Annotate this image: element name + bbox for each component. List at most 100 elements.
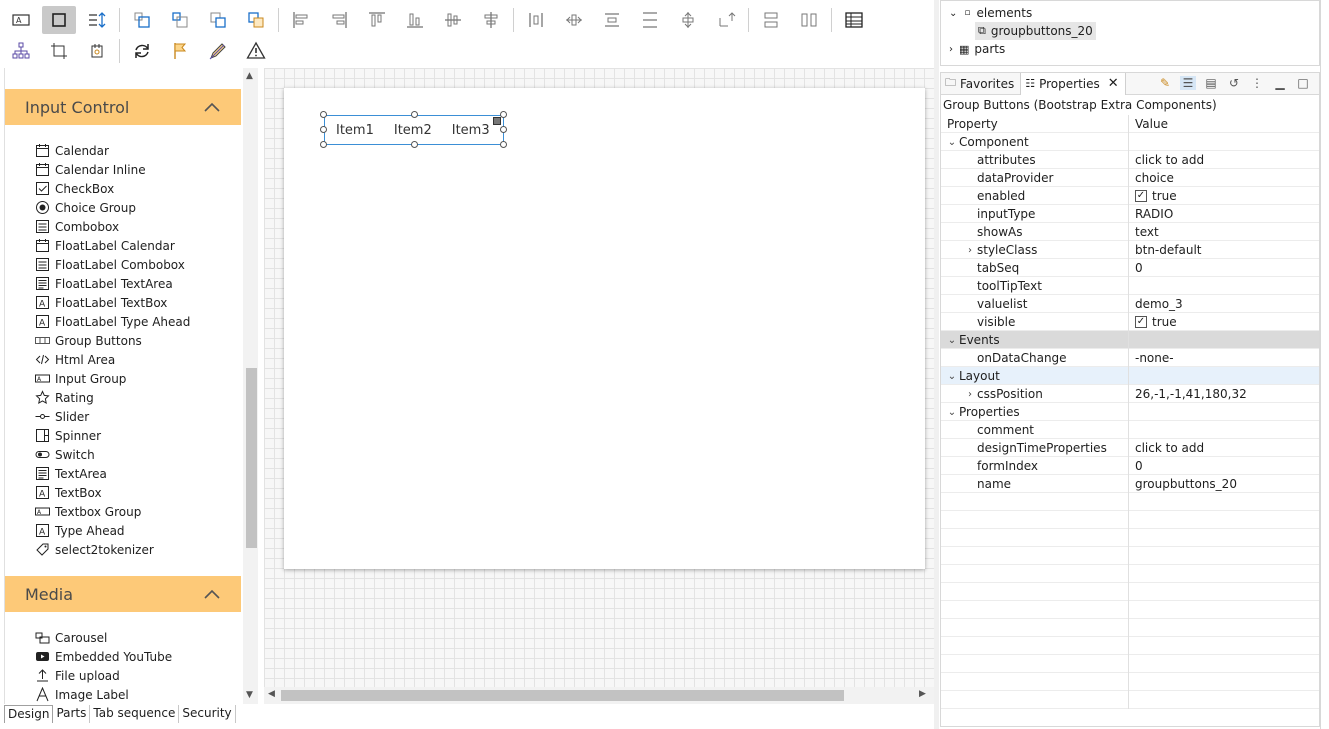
scrollbar-thumb[interactable] <box>281 690 844 701</box>
property-row-formindex[interactable]: formIndex 0 <box>941 457 1319 475</box>
scrollbar-thumb[interactable] <box>246 368 257 548</box>
distribute-v-icon[interactable] <box>595 6 629 34</box>
property-value[interactable]: demo_3 <box>1135 297 1183 311</box>
distribute-h-icon[interactable] <box>519 6 553 34</box>
group-button-item[interactable]: Item2 <box>394 123 432 138</box>
palette-item-file-upload[interactable]: File upload <box>35 666 120 685</box>
property-value[interactable]: text <box>1135 225 1159 239</box>
same-width-icon[interactable] <box>754 6 788 34</box>
resize-handle[interactable] <box>500 141 507 148</box>
maximize-icon[interactable]: □ <box>1295 76 1311 90</box>
align-top-icon[interactable] <box>360 6 394 34</box>
hierarchy-icon[interactable] <box>4 37 38 65</box>
chevron-down-icon[interactable]: ⌄ <box>945 407 959 418</box>
palette-item-floatlabel-textbox[interactable]: A FloatLabel TextBox <box>35 293 167 312</box>
property-value[interactable]: btn-default <box>1135 243 1201 257</box>
column-header-value[interactable]: Value <box>1135 115 1168 133</box>
palette-item-floatlabel-calendar[interactable]: FloatLabel Calendar <box>35 236 175 255</box>
tab-security[interactable]: Security <box>179 705 236 723</box>
pencil-ruler-icon[interactable] <box>201 37 235 65</box>
categories-icon[interactable]: ☰ <box>1180 76 1196 90</box>
property-row-valuelist[interactable]: valuelist demo_3 <box>941 295 1319 313</box>
advanced-icon[interactable]: ▤ <box>1203 76 1219 90</box>
property-value[interactable]: RADIO <box>1135 207 1173 221</box>
palette-item-floatlabel-type-ahead[interactable]: A FloatLabel Type Ahead <box>35 312 190 331</box>
same-height-icon[interactable] <box>792 6 826 34</box>
property-value[interactable]: true <box>1152 315 1177 329</box>
property-row-comment[interactable]: comment <box>941 421 1319 439</box>
resize-handle[interactable] <box>320 111 327 118</box>
section-properties[interactable]: ⌄ Properties <box>941 403 1319 421</box>
palette-item-group-buttons[interactable]: Group Buttons <box>35 331 142 350</box>
palette-item-carousel[interactable]: Carousel <box>35 628 107 647</box>
distribute-v-spacing-icon[interactable] <box>633 6 667 34</box>
panel-divider[interactable] <box>934 0 939 729</box>
tree-node-parts[interactable]: › ▦ parts <box>949 40 1005 58</box>
align-center-h-icon[interactable] <box>436 6 470 34</box>
property-row-styleclass[interactable]: › styleClass btn-default <box>941 241 1319 259</box>
chevron-right-icon[interactable]: › <box>963 245 977 256</box>
form-surface[interactable]: Item1 Item2 Item3 <box>284 88 925 569</box>
palette-item-embedded-youtube[interactable]: Embedded YouTube <box>35 647 172 666</box>
scroll-left-icon[interactable]: ◀ <box>268 689 275 699</box>
flag-icon[interactable] <box>163 37 197 65</box>
close-icon[interactable]: ✕ <box>1108 76 1119 91</box>
chevron-down-icon[interactable]: ⌄ <box>945 335 959 346</box>
palette-item-textbox[interactable]: A TextBox <box>35 483 102 502</box>
refresh-icon[interactable] <box>125 37 159 65</box>
chevron-right-icon[interactable]: › <box>963 389 977 400</box>
resize-handle[interactable] <box>320 141 327 148</box>
tab-favorites[interactable]: 🗀 Favorites <box>941 73 1020 95</box>
property-row-attributes[interactable]: attributes click to add <box>941 151 1319 169</box>
resize-handle[interactable] <box>411 141 418 148</box>
column-header-property[interactable]: Property <box>941 115 1129 133</box>
palette-item-rating[interactable]: Rating <box>35 388 94 407</box>
palette-item-textarea[interactable]: TextArea <box>35 464 107 483</box>
resize-handle[interactable] <box>320 126 327 133</box>
palette-item-switch[interactable]: Switch <box>35 445 95 464</box>
chevron-up-icon[interactable] <box>203 101 221 113</box>
warning-icon[interactable] <box>239 37 273 65</box>
property-value[interactable]: 26,-1,-1,41,180,32 <box>1135 387 1247 401</box>
distribute-h-center-icon[interactable] <box>557 6 591 34</box>
tab-properties[interactable]: ☷ Properties ✕ <box>1020 72 1126 95</box>
category-media[interactable]: Media <box>5 576 241 612</box>
category-input-control[interactable]: Input Control <box>5 89 241 125</box>
palette-item-image-label[interactable]: Image Label <box>35 685 129 704</box>
palette-item-floatlabel-combobox[interactable]: FloatLabel Combobox <box>35 255 185 274</box>
property-value[interactable]: click to add <box>1135 441 1204 455</box>
align-center-v-icon[interactable] <box>474 6 508 34</box>
select-rect-tool-icon[interactable] <box>42 6 76 34</box>
align-left-icon[interactable] <box>284 6 318 34</box>
chevron-up-icon[interactable] <box>203 588 221 600</box>
property-row-inputtype[interactable]: inputType RADIO <box>941 205 1319 223</box>
property-value[interactable]: 0 <box>1135 261 1143 275</box>
send-backward-icon[interactable] <box>163 6 197 34</box>
palette-item-textbox-group[interactable]: A_ Textbox Group <box>35 502 141 521</box>
property-row-dataprovider[interactable]: dataProvider choice <box>941 169 1319 187</box>
checkbox-icon[interactable]: ✓ <box>1135 190 1147 202</box>
property-value[interactable]: choice <box>1135 171 1174 185</box>
section-layout[interactable]: ⌄ Layout <box>941 367 1319 385</box>
property-value[interactable]: -none- <box>1135 351 1174 365</box>
move-handle-icon[interactable] <box>493 117 501 125</box>
group-button-item[interactable]: Item3 <box>452 123 490 138</box>
text-field-tool-icon[interactable]: A <box>4 6 38 34</box>
palette-item-calendar[interactable]: Calendar <box>35 141 109 160</box>
property-row-name[interactable]: name groupbuttons_20 <box>941 475 1319 493</box>
tab-parts[interactable]: Parts <box>53 705 91 723</box>
send-to-back-icon[interactable] <box>239 6 273 34</box>
resize-handle[interactable] <box>500 126 507 133</box>
palette-item-input-group[interactable]: A_ Input Group <box>35 369 126 388</box>
property-row-designtimeproperties[interactable]: designTimeProperties click to add <box>941 439 1319 457</box>
tab-tab-sequence[interactable]: Tab sequence <box>90 705 180 723</box>
palette-item-select2tokenizer[interactable]: select2tokenizer <box>35 540 154 559</box>
align-bottom-icon[interactable] <box>398 6 432 34</box>
palette-item-floatlabel-textarea[interactable]: FloatLabel TextArea <box>35 274 173 293</box>
tab-design[interactable]: Design <box>4 705 54 723</box>
resize-handle[interactable] <box>411 111 418 118</box>
tab-order-icon[interactable] <box>80 6 114 34</box>
property-row-visible[interactable]: visible ✓ true <box>941 313 1319 331</box>
group-icon[interactable] <box>80 37 114 65</box>
palette-item-calendar-inline[interactable]: Calendar Inline <box>35 160 146 179</box>
